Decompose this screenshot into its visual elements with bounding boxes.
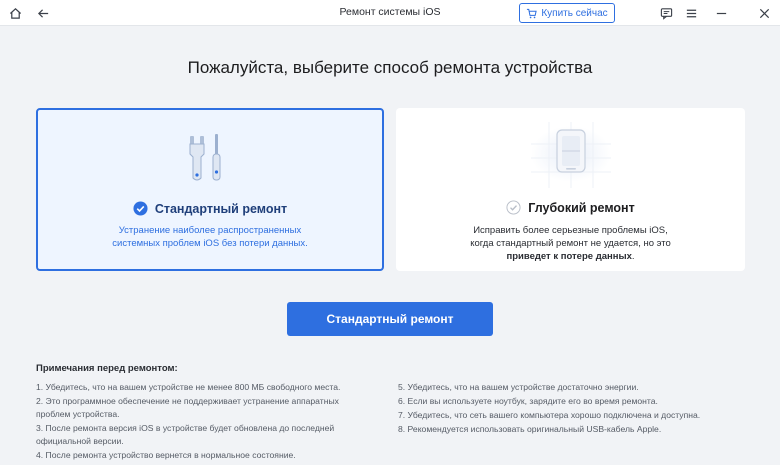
desc-line: системных проблем iOS без потери данных. [112, 238, 308, 249]
standard-repair-title: Стандартный ремонт [38, 201, 382, 216]
buy-now-label: Купить сейчас [541, 7, 608, 19]
note-item: 8. Рекомендуется использовать оригинальн… [398, 424, 662, 434]
check-circle-icon [506, 200, 521, 215]
device-icon [530, 122, 611, 193]
desc-end: . [631, 251, 635, 262]
note-item: 6. Если вы используете ноутбук, зарядите… [398, 396, 658, 406]
notes-right-column: 5. Убедитесь, что на вашем устройстве до… [398, 381, 758, 437]
feedback-icon[interactable] [657, 4, 675, 22]
note-item: 2. Это программное обеспечение не поддер… [36, 396, 339, 419]
desc-line: Устранение наиболее распространенных [118, 225, 302, 236]
standard-repair-card[interactable]: Стандартный ремонт Устранение наиболее р… [36, 108, 384, 271]
deep-repair-title: Глубокий ремонт [396, 200, 745, 215]
note-item: 7. Убедитесь, что сеть вашего компьютера… [398, 410, 701, 420]
note-item: 4. После ремонта устройство вернется в н… [36, 450, 296, 460]
desc-line: приведет к потере данных. [416, 250, 725, 263]
notes-title: Примечания перед ремонтом: [36, 363, 178, 374]
menu-icon[interactable] [682, 4, 700, 22]
deep-repair-description: Исправить более серьезные проблемы iOS, … [416, 224, 725, 263]
desc-line: когда стандартный ремонт не удается, но … [470, 238, 671, 249]
note-item: 5. Убедитесь, что на вашем устройстве до… [398, 382, 639, 392]
deep-repair-label: Глубокий ремонт [528, 200, 635, 215]
wrench-screwdriver-icon [182, 130, 238, 191]
buy-now-button[interactable]: Купить сейчас [519, 3, 615, 23]
desc-line: Исправить более серьезные проблемы iOS, [473, 225, 668, 236]
standard-repair-label: Стандартный ремонт [154, 201, 288, 216]
home-icon[interactable] [6, 4, 24, 22]
notes-left-column: 1. Убедитесь, что на вашем устройстве не… [36, 381, 366, 463]
standard-repair-description: Устранение наиболее распространенных сис… [58, 224, 362, 250]
start-repair-button[interactable]: Стандартный ремонт [287, 302, 493, 336]
page-heading: Пожалуйста, выберите способ ремонта устр… [187, 58, 593, 77]
check-circle-icon [133, 201, 148, 216]
cart-icon [527, 8, 538, 18]
note-item: 1. Убедитесь, что на вашем устройстве не… [36, 382, 341, 392]
deep-repair-card[interactable]: Глубокий ремонт Исправить более серьезны… [396, 108, 745, 271]
data-loss-warning: приведет к потере данных [506, 251, 632, 262]
back-arrow-icon[interactable] [34, 4, 52, 22]
title-bar: Ремонт системы iOS Купить сейчас [0, 0, 780, 26]
note-item: 3. После ремонта версия iOS в устройстве… [36, 423, 335, 446]
minimize-icon[interactable] [712, 4, 730, 22]
close-icon[interactable] [755, 4, 773, 22]
